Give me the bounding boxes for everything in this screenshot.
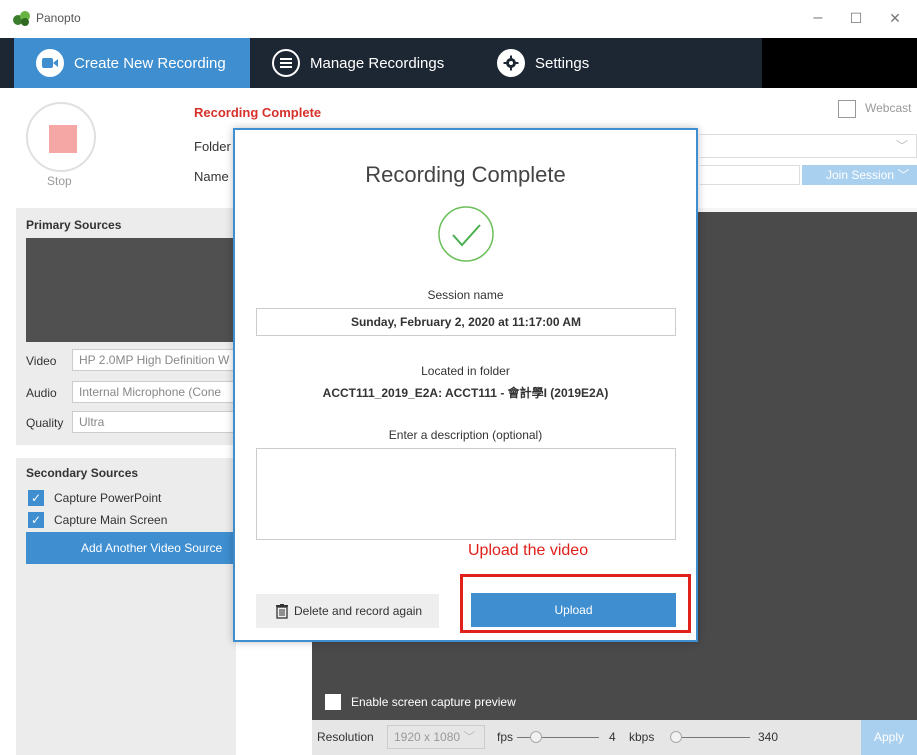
tab-label: Create New Recording [74, 54, 226, 72]
folder-value: ACCT111_2019_E2A: ACCT111 - 會計學I (2019E2… [322, 386, 609, 400]
redacted-area [762, 38, 917, 88]
webcast-checkbox[interactable] [838, 100, 856, 118]
recording-status: Recording Complete [194, 105, 322, 120]
resolution-select[interactable]: 1920 x 1080 ﹀ [387, 725, 485, 749]
chevron-down-icon: ﹀ [897, 168, 910, 182]
webcast-label: Webcast [865, 101, 912, 115]
upload-button[interactable]: Upload [471, 593, 676, 627]
panopto-logo-icon [13, 11, 30, 26]
resolution-label: Resolution [317, 730, 374, 744]
trash-icon [276, 603, 288, 619]
capture-main-screen-checkbox[interactable]: ✓ [28, 512, 44, 528]
enable-preview-checkbox[interactable] [325, 694, 341, 710]
enable-preview-label: Enable screen capture preview [351, 695, 516, 709]
join-session-label: Join Session [826, 168, 895, 182]
kbps-value: 340 [758, 730, 779, 744]
stop-label: Stop [47, 174, 72, 188]
recording-complete-dialog: Recording Complete Session name Sunday, … [233, 128, 698, 642]
join-session-button[interactable]: Join Session ﹀ [802, 165, 917, 185]
kbps-label: kbps [629, 730, 655, 744]
title-bar: Panopto – ☐ ✕ [0, 0, 917, 38]
audio-source-select[interactable]: Internal Microphone (Cone [72, 381, 236, 403]
kbps-slider-handle[interactable] [670, 731, 682, 743]
folder-label: Located in folder [421, 364, 510, 378]
maximize-button[interactable]: ☐ [846, 8, 866, 28]
capture-main-screen-label: Capture Main Screen [54, 513, 168, 527]
kbps-slider-track[interactable] [670, 737, 750, 738]
description-textarea[interactable] [256, 448, 676, 540]
primary-video-preview [26, 238, 236, 342]
delete-label: Delete and record again [294, 604, 423, 618]
divider [16, 445, 236, 458]
fps-label: fps [497, 730, 514, 744]
add-video-source-button[interactable]: Add Another Video Source [26, 532, 236, 564]
chevron-down-icon: ﹀ [895, 139, 908, 153]
stop-button[interactable] [26, 102, 96, 172]
dialog-title: Recording Complete [365, 162, 566, 187]
folder-label: Folder [194, 139, 231, 154]
capture-powerpoint-checkbox[interactable]: ✓ [28, 490, 44, 506]
fps-value: 4 [609, 730, 616, 744]
capture-powerpoint-label: Capture PowerPoint [54, 491, 162, 505]
session-name-label: Session name [427, 288, 504, 302]
apply-button[interactable]: Apply [861, 720, 917, 755]
list-icon [272, 49, 300, 77]
tab-label: Manage Recordings [310, 54, 445, 72]
name-input[interactable] [700, 165, 800, 185]
name-label: Name [194, 169, 229, 184]
primary-sources-heading: Primary Sources [26, 218, 122, 232]
capture-settings-bar: Resolution 1920 x 1080 ﹀ fps 4 kbps 340 … [312, 720, 917, 755]
stop-icon [49, 125, 77, 153]
tab-manage-recordings[interactable]: Manage Recordings [272, 38, 444, 88]
tab-label: Settings [535, 54, 590, 72]
video-label: Video [26, 354, 57, 368]
close-button[interactable]: ✕ [885, 8, 905, 28]
delete-and-record-again-button[interactable]: Delete and record again [256, 594, 439, 628]
sources-panel: Primary Sources Video HP 2.0MP High Defi… [16, 208, 236, 755]
tab-settings[interactable]: Settings [497, 38, 589, 88]
tab-create-new-recording[interactable]: Create New Recording [14, 38, 250, 88]
check-circle-icon [438, 206, 494, 262]
video-camera-icon [36, 49, 64, 77]
minimize-button[interactable]: – [808, 8, 828, 28]
folder-select[interactable]: ﹀ [700, 134, 917, 158]
session-name-field[interactable]: Sunday, February 2, 2020 at 11:17:00 AM [256, 308, 676, 336]
quality-select[interactable]: Ultra [72, 411, 236, 433]
main-navigation: Create New Recording Manage Recordings S… [0, 38, 917, 88]
description-label: Enter a description (optional) [388, 428, 543, 442]
chevron-down-icon: ﹀ [463, 730, 476, 744]
secondary-sources-heading: Secondary Sources [26, 466, 139, 480]
video-source-select[interactable]: HP 2.0MP High Definition W [72, 349, 236, 371]
quality-label: Quality [26, 416, 64, 430]
fps-slider-handle[interactable] [530, 731, 542, 743]
gear-icon [497, 49, 525, 77]
resolution-value: 1920 x 1080 [394, 730, 461, 744]
app-title: Panopto [36, 11, 81, 25]
annotation-text: Upload the video [468, 542, 589, 559]
audio-label: Audio [26, 386, 57, 400]
